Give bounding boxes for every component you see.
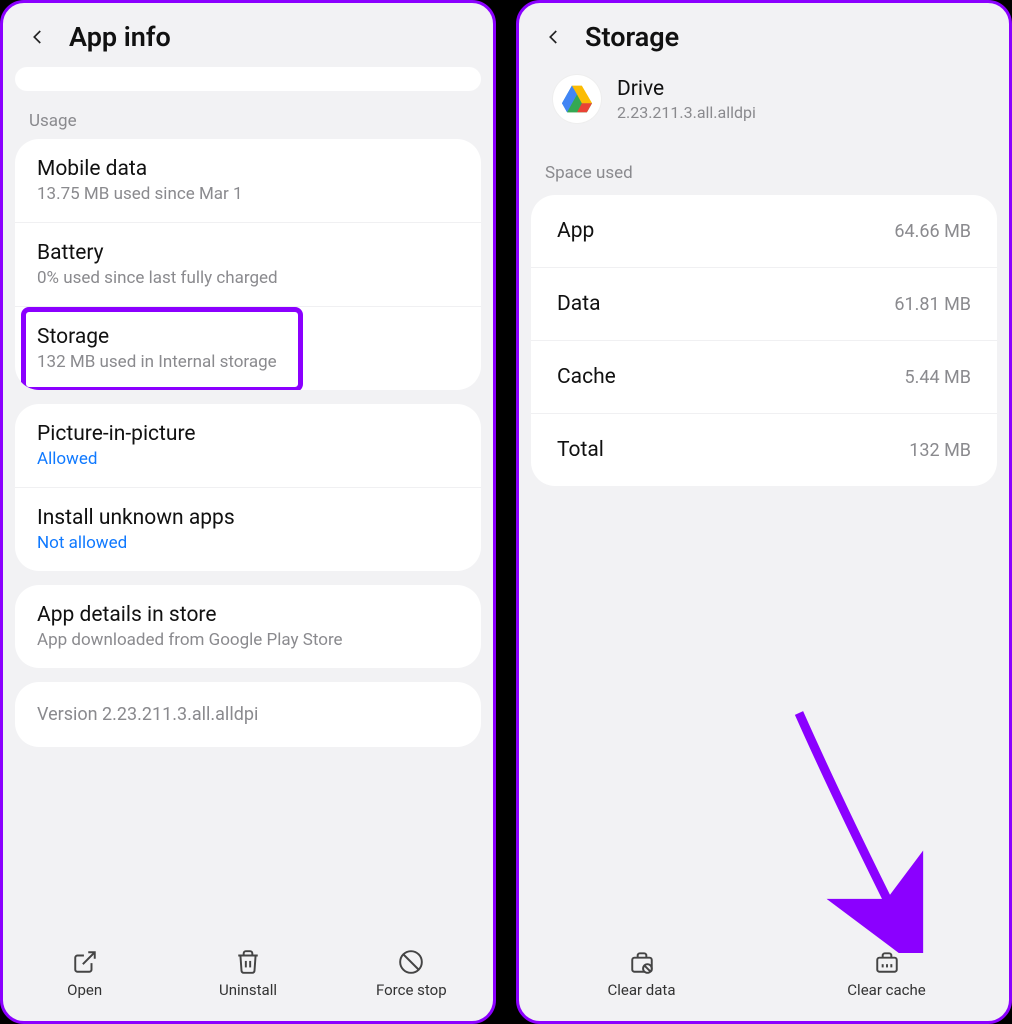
row-label: App — [557, 219, 594, 243]
bottom-action-bar: Open Uninstall Force stop — [3, 939, 493, 1021]
content: Usage Mobile data 13.75 MB used since Ma… — [3, 67, 493, 939]
row-subtitle: 13.75 MB used since Mar 1 — [37, 184, 459, 204]
app-version: 2.23.211.3.all.alldpi — [617, 103, 756, 122]
button-label: Clear data — [607, 981, 675, 999]
drive-app-icon — [553, 75, 601, 123]
previous-card-edge — [15, 67, 481, 91]
app-info-screen: App info Usage Mobile data 13.75 MB used… — [0, 0, 496, 1024]
space-used-label: Space used — [531, 143, 997, 195]
row-value: 61.81 MB — [894, 294, 971, 315]
app-text: Drive 2.23.211.3.all.alldpi — [617, 77, 756, 122]
row-value: 64.66 MB — [894, 221, 971, 242]
battery-row[interactable]: Battery 0% used since last fully charged — [15, 223, 481, 307]
row-subtitle: 132 MB used in Internal storage — [37, 352, 459, 372]
row-label: Total — [557, 438, 604, 462]
usage-card: Mobile data 13.75 MB used since Mar 1 Ba… — [15, 139, 481, 390]
trash-icon — [235, 949, 261, 975]
row-value: 5.44 MB — [905, 367, 972, 388]
app-size-row: App 64.66 MB — [531, 195, 997, 268]
storage-row[interactable]: Storage 132 MB used in Internal storage — [15, 307, 481, 390]
row-title: Mobile data — [37, 157, 459, 181]
uninstall-button[interactable]: Uninstall — [166, 949, 329, 999]
usage-section-label: Usage — [15, 103, 481, 139]
row-subtitle: Allowed — [37, 449, 459, 469]
content: Drive 2.23.211.3.all.alldpi Space used A… — [519, 67, 1009, 939]
back-icon[interactable] — [543, 26, 565, 48]
clear-cache-icon — [874, 949, 900, 975]
row-value: 132 MB — [909, 440, 971, 461]
clear-data-icon — [629, 949, 655, 975]
button-label: Open — [67, 981, 102, 999]
store-details-card: App details in store App downloaded from… — [15, 585, 481, 668]
data-size-row: Data 61.81 MB — [531, 268, 997, 341]
row-label: Cache — [557, 365, 616, 389]
row-subtitle: Not allowed — [37, 533, 459, 553]
version-text: Version 2.23.211.3.all.alldpi — [37, 704, 459, 725]
back-icon[interactable] — [27, 26, 49, 48]
row-subtitle: App downloaded from Google Play Store — [37, 630, 459, 650]
page-title: Storage — [585, 21, 679, 53]
header: Storage — [519, 3, 1009, 67]
row-label: Data — [557, 292, 601, 316]
row-title: Install unknown apps — [37, 506, 459, 530]
row-subtitle: 0% used since last fully charged — [37, 268, 459, 288]
app-summary: Drive 2.23.211.3.all.alldpi — [531, 67, 997, 143]
app-details-row[interactable]: App details in store App downloaded from… — [15, 585, 481, 668]
clear-cache-button[interactable]: Clear cache — [764, 949, 1009, 999]
install-unknown-row[interactable]: Install unknown apps Not allowed — [15, 488, 481, 571]
row-title: Picture-in-picture — [37, 422, 459, 446]
storage-screen: Storage Drive 2.23.211.3.all.alldp — [516, 0, 1012, 1024]
row-title: Storage — [37, 325, 459, 349]
force-stop-button[interactable]: Force stop — [330, 949, 493, 999]
total-size-row: Total 132 MB — [531, 414, 997, 486]
clear-data-button[interactable]: Clear data — [519, 949, 764, 999]
open-icon — [72, 949, 98, 975]
permissions-card: Picture-in-picture Allowed Install unkno… — [15, 404, 481, 571]
button-label: Clear cache — [847, 981, 925, 999]
header: App info — [3, 3, 493, 67]
button-label: Uninstall — [219, 981, 277, 999]
app-name: Drive — [617, 77, 756, 101]
mobile-data-row[interactable]: Mobile data 13.75 MB used since Mar 1 — [15, 139, 481, 223]
row-title: Battery — [37, 241, 459, 265]
button-label: Force stop — [376, 981, 447, 999]
open-button[interactable]: Open — [3, 949, 166, 999]
bottom-action-bar: Clear data Clear cache — [519, 939, 1009, 1021]
stop-icon — [398, 949, 424, 975]
pip-row[interactable]: Picture-in-picture Allowed — [15, 404, 481, 488]
version-card: Version 2.23.211.3.all.alldpi — [15, 682, 481, 747]
row-title: App details in store — [37, 603, 459, 627]
cache-size-row: Cache 5.44 MB — [531, 341, 997, 414]
space-used-card: App 64.66 MB Data 61.81 MB Cache 5.44 MB… — [531, 195, 997, 486]
page-title: App info — [69, 21, 171, 53]
